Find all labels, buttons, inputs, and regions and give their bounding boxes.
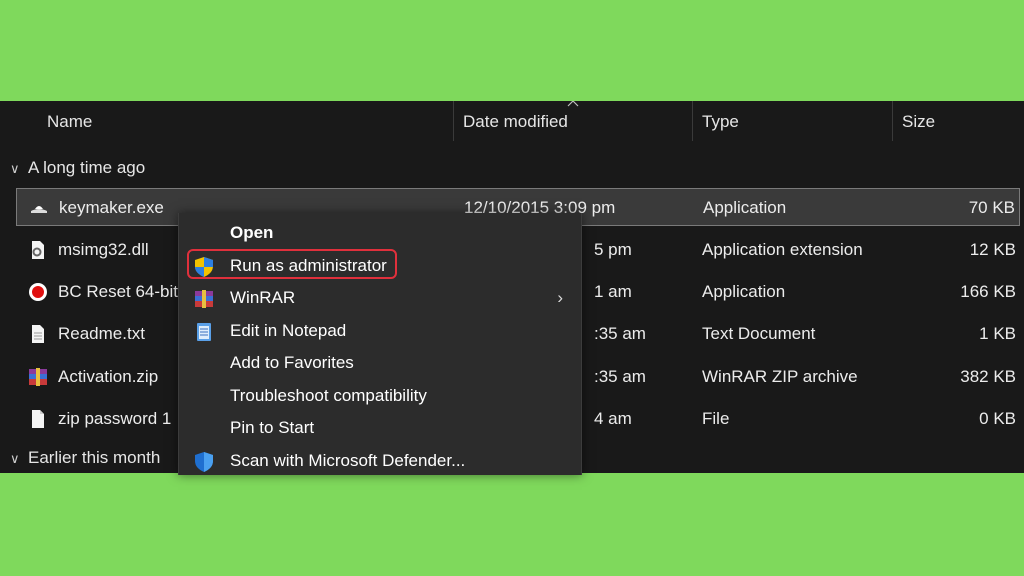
file-date: :35 am (594, 324, 646, 343)
chevron-down-icon: ∨ (10, 161, 20, 176)
menu-item-scan-defender[interactable]: Scan with Microsoft Defender... (179, 445, 581, 475)
file-date: 1 am (594, 282, 632, 301)
column-header-type[interactable]: Type (702, 101, 739, 141)
menu-item-label: Open (230, 223, 274, 242)
file-type: Application (703, 198, 787, 217)
menu-item-troubleshoot[interactable]: Troubleshoot compatibility (179, 380, 581, 412)
group-label: A long time ago (28, 158, 146, 177)
menu-item-label: Add to Favorites (230, 353, 354, 372)
column-header-name[interactable]: Name (47, 101, 92, 141)
column-divider[interactable] (692, 101, 693, 141)
file-type: WinRAR ZIP archive (702, 367, 858, 386)
file-type: Application (702, 282, 786, 301)
sort-ascending-icon (567, 101, 579, 107)
file-size: 12 KB (969, 240, 1016, 259)
column-divider[interactable] (892, 101, 893, 141)
file-name: keymaker.exe (59, 198, 164, 217)
file-date: 5 pm (594, 240, 632, 259)
group-header-long-ago[interactable]: ∨ A long time ago (10, 154, 145, 182)
file-size: 70 KB (968, 198, 1015, 217)
menu-item-pin-start[interactable]: Pin to Start (179, 412, 581, 444)
keymaker-app-icon (31, 206, 47, 213)
file-type: File (702, 409, 730, 428)
column-header-date[interactable]: Date modified (463, 101, 568, 141)
file-name: msimg32.dll (58, 240, 149, 259)
menu-item-label: Edit in Notepad (230, 321, 347, 340)
menu-item-edit-notepad[interactable]: Edit in Notepad (179, 315, 581, 347)
group-header-earlier-month[interactable]: ∨ Earlier this month (10, 444, 160, 472)
file-name: Activation.zip (58, 367, 159, 386)
menu-item-open[interactable]: Open (179, 217, 581, 249)
chevron-down-icon: ∨ (10, 451, 20, 466)
menu-item-label: Scan with Microsoft Defender... (230, 451, 466, 470)
file-name: zip password 1 (58, 409, 172, 428)
file-size: 1 KB (979, 324, 1016, 343)
defender-shield-icon (195, 452, 213, 472)
dll-gear-icon (32, 241, 44, 259)
file-size: 0 KB (979, 409, 1016, 428)
file-name: BC Reset 64-bit (58, 282, 178, 301)
record-red-icon (29, 283, 47, 301)
menu-item-label: Troubleshoot compatibility (230, 386, 427, 405)
menu-item-label: Pin to Start (230, 418, 315, 437)
menu-item-add-favorites[interactable]: Add to Favorites (179, 347, 581, 379)
notepad-icon (197, 323, 211, 341)
file-date: 4 am (594, 409, 632, 428)
group-label: Earlier this month (28, 448, 161, 467)
highlight-annotation (187, 249, 397, 279)
context-menu: Open Run as administrator WinRAR › Edit … (178, 213, 582, 475)
file-size: 166 KB (960, 282, 1016, 301)
text-document-icon (32, 325, 44, 343)
file-name: Readme.txt (58, 324, 145, 343)
menu-item-label: WinRAR (230, 288, 296, 307)
column-header-bar: Name Date modified Type Size (0, 101, 1024, 141)
menu-item-winrar[interactable]: WinRAR › (179, 282, 581, 314)
file-type: Text Document (702, 324, 816, 343)
blank-file-icon (32, 410, 44, 428)
winrar-icon (195, 290, 213, 308)
file-size: 382 KB (960, 367, 1016, 386)
file-date: :35 am (594, 367, 646, 386)
file-type: Application extension (702, 240, 863, 259)
winrar-archive-icon (29, 368, 47, 386)
column-divider[interactable] (453, 101, 454, 141)
column-header-size[interactable]: Size (902, 101, 935, 141)
chevron-right-icon: › (557, 288, 563, 307)
